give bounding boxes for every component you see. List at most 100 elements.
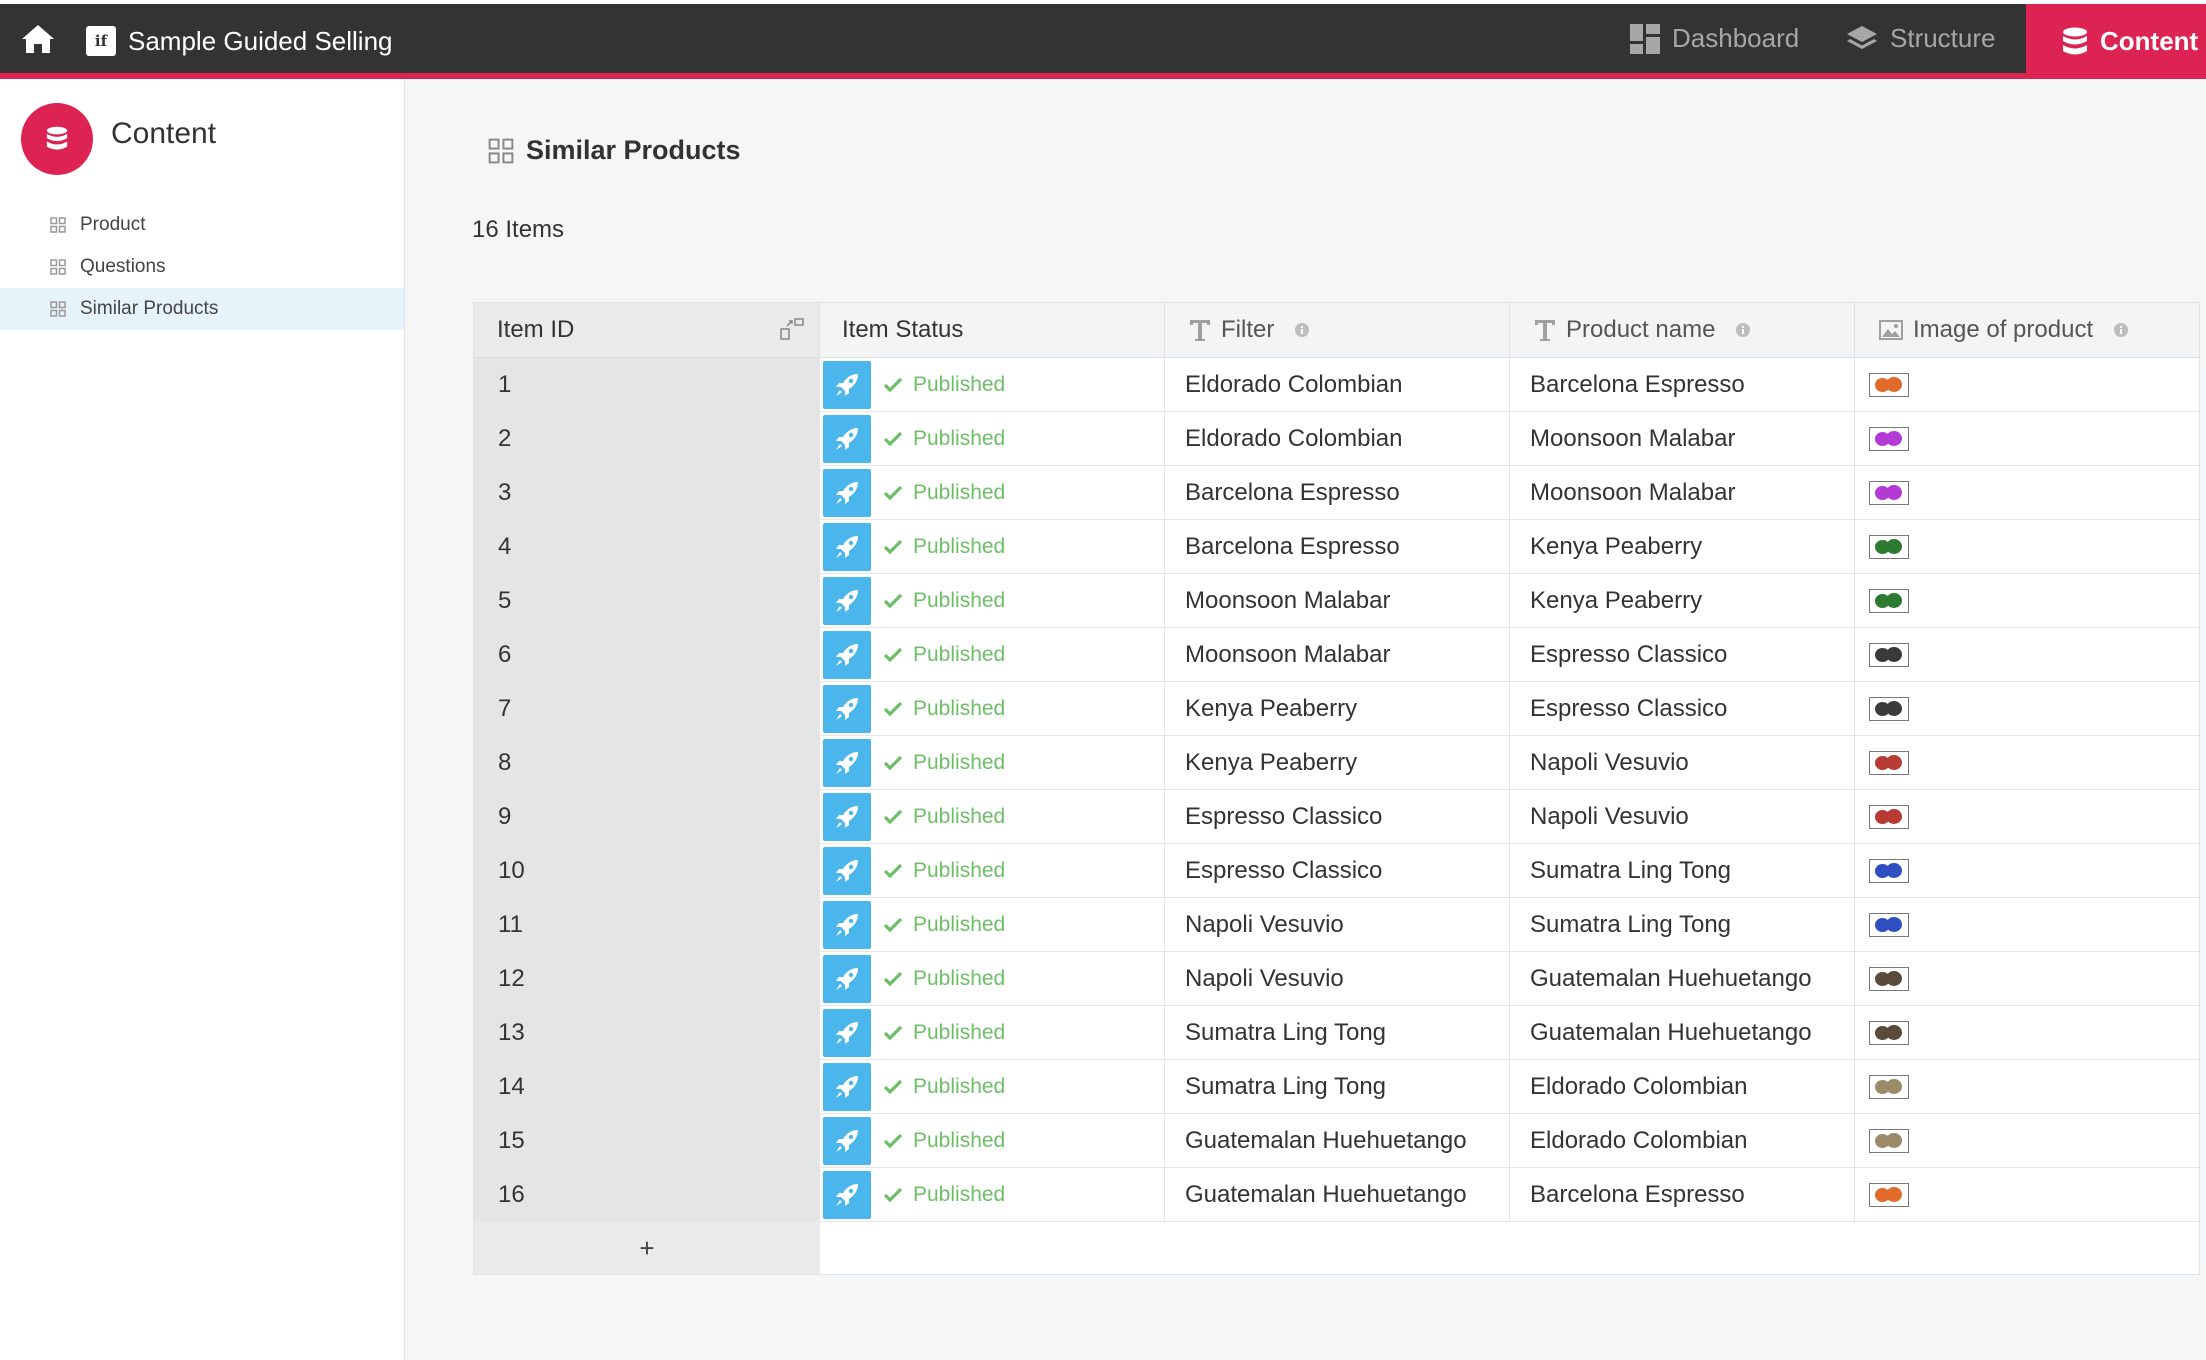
image-cell[interactable] [1855, 412, 2199, 465]
table-row[interactable]: 13 Published Sumatra Ling Tong Guatemalan H… [474, 1006, 2199, 1060]
product-thumbnail[interactable] [1869, 1128, 1909, 1153]
column-header-filter[interactable]: Filter [1165, 303, 1510, 357]
image-cell[interactable] [1855, 790, 2199, 843]
column-header-image[interactable]: Image of product [1855, 303, 2199, 357]
image-cell[interactable] [1855, 736, 2199, 789]
filter-cell[interactable]: Kenya Peaberry [1165, 736, 1510, 789]
product-name-cell[interactable]: Kenya Peaberry [1510, 520, 1855, 573]
filter-cell[interactable]: Napoli Vesuvio [1165, 952, 1510, 1005]
item-id-cell[interactable]: 13 [474, 1006, 820, 1059]
product-name-cell[interactable]: Sumatra Ling Tong [1510, 844, 1855, 897]
image-cell[interactable] [1855, 520, 2199, 573]
product-name-cell[interactable]: Guatemalan Huehuetango [1510, 1006, 1855, 1059]
image-cell[interactable] [1855, 952, 2199, 1005]
product-name-cell[interactable]: Moonsoon Malabar [1510, 412, 1855, 465]
publish-button[interactable] [823, 360, 871, 409]
expand-icon[interactable] [779, 317, 805, 341]
item-status-cell[interactable]: Published [820, 358, 1165, 411]
item-status-cell[interactable]: Published [820, 1060, 1165, 1113]
item-status-cell[interactable]: Published [820, 790, 1165, 843]
column-header-product-name[interactable]: Product name [1510, 303, 1855, 357]
nav-structure[interactable]: Structure [1846, 4, 1996, 73]
product-thumbnail[interactable] [1869, 1074, 1909, 1099]
product-thumbnail[interactable] [1869, 804, 1909, 829]
image-cell[interactable] [1855, 358, 2199, 411]
product-thumbnail[interactable] [1869, 696, 1909, 721]
item-id-cell[interactable]: 12 [474, 952, 820, 1005]
image-cell[interactable] [1855, 466, 2199, 519]
item-id-cell[interactable]: 1 [474, 358, 820, 411]
product-name-cell[interactable]: Napoli Vesuvio [1510, 736, 1855, 789]
item-status-cell[interactable]: Published [820, 1006, 1165, 1059]
table-row[interactable]: 4 Published Barcelona Espresso Kenya Peaber… [474, 520, 2199, 574]
item-id-cell[interactable]: 8 [474, 736, 820, 789]
image-cell[interactable] [1855, 898, 2199, 951]
column-header-item-id[interactable]: Item ID [474, 303, 820, 357]
table-row[interactable]: 6 Published Moonsoon Malabar Espresso Class… [474, 628, 2199, 682]
filter-cell[interactable]: Espresso Classico [1165, 844, 1510, 897]
item-id-cell[interactable]: 7 [474, 682, 820, 735]
filter-cell[interactable]: Kenya Peaberry [1165, 682, 1510, 735]
filter-cell[interactable]: Guatemalan Huehuetango [1165, 1168, 1510, 1221]
filter-cell[interactable]: Espresso Classico [1165, 790, 1510, 843]
product-thumbnail[interactable] [1869, 966, 1909, 991]
publish-button[interactable] [823, 846, 871, 895]
product-name-cell[interactable]: Moonsoon Malabar [1510, 466, 1855, 519]
item-id-cell[interactable]: 11 [474, 898, 820, 951]
info-icon[interactable] [2113, 322, 2129, 338]
publish-button[interactable] [823, 1116, 871, 1165]
product-name-cell[interactable]: Sumatra Ling Tong [1510, 898, 1855, 951]
nav-dashboard[interactable]: Dashboard [1630, 4, 1799, 73]
publish-button[interactable] [823, 522, 871, 571]
image-cell[interactable] [1855, 844, 2199, 897]
filter-cell[interactable]: Sumatra Ling Tong [1165, 1006, 1510, 1059]
table-row[interactable]: 2 Published Eldorado Colombian Moonsoon Mal… [474, 412, 2199, 466]
item-status-cell[interactable]: Published [820, 1114, 1165, 1167]
item-id-cell[interactable]: 4 [474, 520, 820, 573]
publish-button[interactable] [823, 1008, 871, 1057]
publish-button[interactable] [823, 414, 871, 463]
sidebar-item-product[interactable]: Product [0, 204, 404, 246]
table-row[interactable]: 9 Published Espresso Classico Napoli Vesuvi… [474, 790, 2199, 844]
publish-button[interactable] [823, 954, 871, 1003]
item-status-cell[interactable]: Published [820, 736, 1165, 789]
filter-cell[interactable]: Barcelona Espresso [1165, 520, 1510, 573]
filter-cell[interactable]: Eldorado Colombian [1165, 412, 1510, 465]
filter-cell[interactable]: Eldorado Colombian [1165, 358, 1510, 411]
product-thumbnail[interactable] [1869, 1020, 1909, 1045]
product-thumbnail[interactable] [1869, 642, 1909, 667]
publish-button[interactable] [823, 900, 871, 949]
product-name-cell[interactable]: Guatemalan Huehuetango [1510, 952, 1855, 1005]
item-id-cell[interactable]: 16 [474, 1168, 820, 1221]
item-status-cell[interactable]: Published [820, 844, 1165, 897]
filter-cell[interactable]: Napoli Vesuvio [1165, 898, 1510, 951]
product-name-cell[interactable]: Barcelona Espresso [1510, 1168, 1855, 1221]
home-button[interactable] [0, 4, 76, 73]
item-id-cell[interactable]: 14 [474, 1060, 820, 1113]
info-icon[interactable] [1294, 322, 1310, 338]
table-row[interactable]: 3 Published Barcelona Espresso Moonsoon Mal… [474, 466, 2199, 520]
table-row[interactable]: 10 Published Espresso Classico Sumatra Ling… [474, 844, 2199, 898]
product-thumbnail[interactable] [1869, 426, 1909, 451]
publish-button[interactable] [823, 1062, 871, 1111]
image-cell[interactable] [1855, 682, 2199, 735]
image-cell[interactable] [1855, 628, 2199, 681]
item-id-cell[interactable]: 2 [474, 412, 820, 465]
app-title[interactable]: Sample Guided Selling [128, 26, 393, 56]
product-thumbnail[interactable] [1869, 750, 1909, 775]
publish-button[interactable] [823, 576, 871, 625]
item-status-cell[interactable]: Published [820, 898, 1165, 951]
image-cell[interactable] [1855, 1060, 2199, 1113]
item-id-cell[interactable]: 15 [474, 1114, 820, 1167]
publish-button[interactable] [823, 738, 871, 787]
product-thumbnail[interactable] [1869, 912, 1909, 937]
table-row[interactable]: 1 Published Eldorado Colombian Barcelona Es… [474, 358, 2199, 412]
product-name-cell[interactable]: Eldorado Colombian [1510, 1114, 1855, 1167]
item-status-cell[interactable]: Published [820, 682, 1165, 735]
publish-button[interactable] [823, 468, 871, 517]
item-id-cell[interactable]: 5 [474, 574, 820, 627]
image-cell[interactable] [1855, 1006, 2199, 1059]
filter-cell[interactable]: Sumatra Ling Tong [1165, 1060, 1510, 1113]
publish-button[interactable] [823, 684, 871, 733]
item-status-cell[interactable]: Published [820, 574, 1165, 627]
